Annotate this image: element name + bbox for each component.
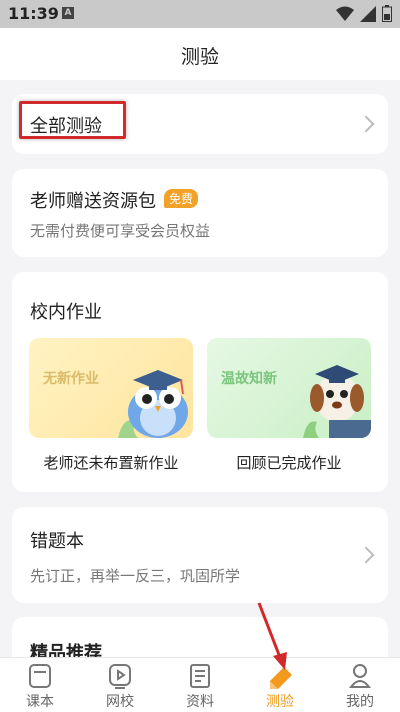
- tab-profile[interactable]: 我的: [320, 658, 400, 712]
- tab-online-school[interactable]: 网校: [80, 658, 160, 712]
- tab-test[interactable]: 测验: [240, 658, 320, 712]
- page-title: 测验: [180, 46, 219, 68]
- mistakes-card[interactable]: 错题本 先订正，再举一反三，巩固所学: [12, 507, 388, 603]
- tab-textbook[interactable]: 课本: [0, 658, 80, 712]
- profile-icon: [348, 664, 372, 688]
- school-homework-card: 校内作业 无新作业 温故知新 老师还未布置新作业 回顾已完成作业: [12, 272, 388, 492]
- signal-icon: [360, 5, 376, 22]
- bottom-tab-bar: 课本 网校 资料 测验 我的: [0, 657, 400, 712]
- teacher-gift-subtitle: 无需付费便可享受会员权益: [30, 222, 211, 240]
- battery-icon: [382, 5, 392, 22]
- book-icon: [29, 664, 51, 688]
- tab-materials[interactable]: 资料: [160, 658, 240, 712]
- document-icon: [190, 664, 210, 688]
- tile-title: 温故知新: [221, 371, 277, 387]
- tab-label: 网校: [106, 694, 134, 710]
- wifi-icon: [336, 6, 354, 21]
- chevron-right-icon: [357, 546, 375, 564]
- status-time: 11:39: [8, 4, 59, 23]
- chevron-right-icon: [357, 115, 375, 133]
- video-play-icon: [109, 664, 131, 689]
- page-header: 测验: [0, 28, 400, 80]
- tab-label: 我的: [346, 694, 374, 710]
- free-badge: 免费: [164, 189, 199, 208]
- pencil-icon: [270, 667, 292, 689]
- teacher-gift-label: 老师赠送资源包: [30, 191, 156, 212]
- owl-illustration: [118, 370, 188, 438]
- tile-caption: 回顾已完成作业: [236, 454, 342, 472]
- review-homework-tile[interactable]: 温故知新: [207, 338, 371, 438]
- tab-label: 测验: [266, 694, 294, 710]
- all-tests-label: 全部测验: [30, 116, 102, 137]
- tile-caption: 老师还未布置新作业: [43, 454, 179, 472]
- school-homework-label: 校内作业: [30, 302, 102, 323]
- all-tests-card[interactable]: 全部测验: [12, 94, 388, 154]
- tab-label: 课本: [26, 694, 54, 710]
- teacher-gift-card[interactable]: 老师赠送资源包 免费 无需付费便可享受会员权益: [12, 169, 388, 257]
- tab-label: 资料: [186, 694, 214, 710]
- tile-title: 无新作业: [43, 371, 99, 387]
- status-indicators: [336, 5, 392, 22]
- dog-illustration: [303, 365, 371, 438]
- no-new-homework-tile[interactable]: 无新作业: [29, 338, 193, 438]
- mistakes-label: 错题本: [30, 531, 84, 552]
- notification-icon: A: [62, 7, 74, 19]
- mistakes-subtitle: 先订正，再举一反三，巩固所学: [30, 567, 241, 585]
- status-bar: 11:39 A: [0, 0, 400, 28]
